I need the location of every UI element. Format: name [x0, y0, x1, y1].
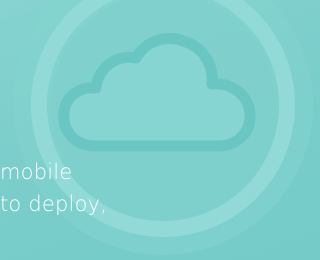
caption-line-1: mobile — [0, 160, 73, 184]
cloud-emblem — [13, 0, 313, 255]
hero-banner: mobile to deploy, — [0, 0, 320, 260]
hero-caption: mobile to deploy, — [0, 156, 107, 220]
caption-line-2: to deploy, — [0, 192, 108, 216]
